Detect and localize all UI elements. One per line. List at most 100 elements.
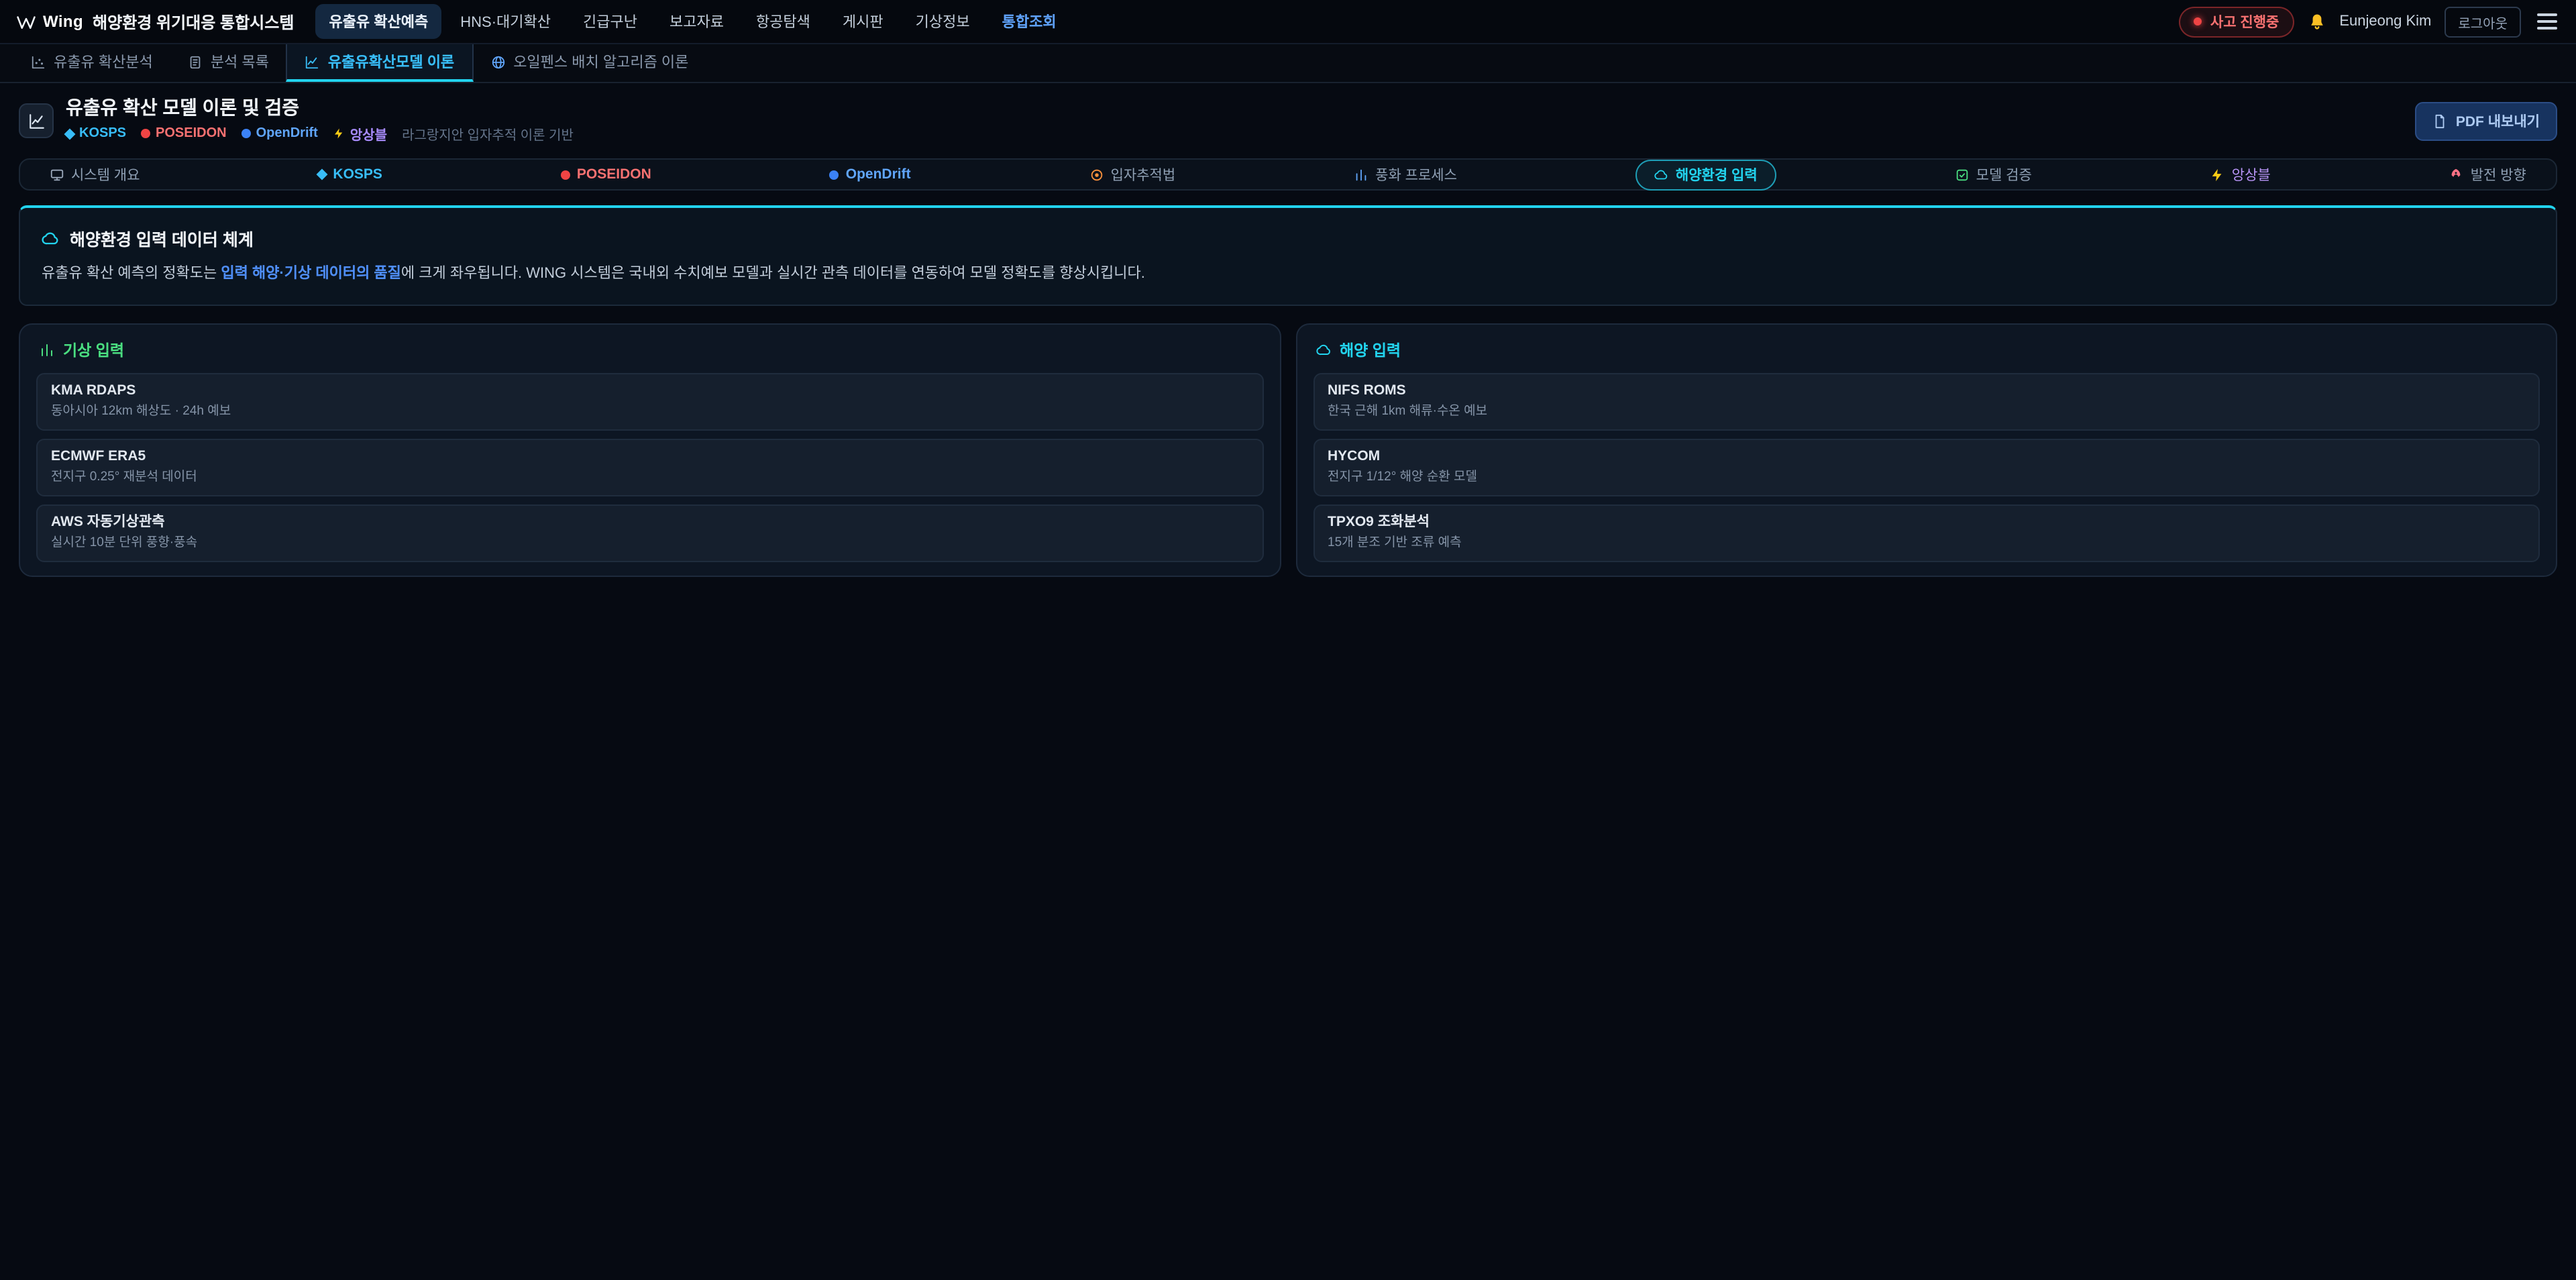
cloud-icon	[42, 229, 60, 248]
list-item[interactable]: ECMWF ERA5 전지구 0.25° 재분석 데이터	[36, 439, 1263, 497]
incident-badge-label: 사고 진행중	[2210, 11, 2279, 32]
nav-item-aerial-search[interactable]: 항공탐색	[743, 4, 824, 39]
dataset-desc: 동아시아 12km 해상도 · 24h 예보	[51, 404, 1248, 421]
line-chart-icon	[305, 54, 320, 69]
page-header-left: 유출유 확산 모델 이론 및 검증 KOSPS POSEIDON OpenDri…	[19, 98, 574, 144]
notification-bell-icon[interactable]	[2307, 12, 2326, 31]
incident-dot-icon	[2194, 17, 2202, 25]
section-item-future-direction[interactable]: 발전 방향	[2449, 165, 2526, 185]
page-subtitle: 라그랑지안 입자추적 이론 기반	[402, 124, 574, 144]
document-list-icon	[188, 54, 203, 69]
red-dot-icon	[561, 170, 570, 180]
dataset-name: KMA RDAPS	[51, 383, 1248, 401]
bar-chart-icon	[1354, 168, 1368, 182]
pdf-export-button[interactable]: PDF 내보내기	[2416, 101, 2557, 140]
tag-ensemble: 앙상블	[333, 124, 387, 144]
page-title-block: 유출유 확산 모델 이론 및 검증 KOSPS POSEIDON OpenDri…	[66, 98, 574, 144]
tab-label: 유출유확산모델 이론	[328, 51, 454, 72]
wing-logo-icon	[16, 11, 36, 32]
section-item-opendrift[interactable]: OpenDrift	[830, 167, 911, 183]
brand[interactable]: Wing 해양환경 위기대응 통합시스템	[16, 10, 294, 33]
dataset-name: NIFS ROMS	[1328, 383, 2525, 401]
model-tag-row: KOSPS POSEIDON OpenDrift 앙상블 라그랑지안 입자추적 …	[66, 124, 574, 144]
section-item-ensemble[interactable]: 앙상블	[2210, 165, 2271, 185]
red-dot-icon	[141, 129, 150, 139]
lightning-icon	[333, 128, 345, 140]
blue-dot-icon	[830, 170, 839, 180]
list-item[interactable]: KMA RDAPS 동아시아 12km 해상도 · 24h 예보	[36, 374, 1263, 431]
logout-button[interactable]: 로그아웃	[2445, 6, 2521, 37]
list-item[interactable]: AWS 자동기상관측 실시간 10분 단위 풍향·풍속	[36, 505, 1263, 563]
rocket-icon	[2449, 168, 2464, 182]
lightning-icon	[2210, 168, 2225, 182]
page-header: 유출유 확산 모델 이론 및 검증 KOSPS POSEIDON OpenDri…	[0, 83, 2576, 156]
nav-item-emergency-rescue[interactable]: 긴급구난	[570, 4, 651, 39]
section-nav: 시스템 개요 KOSPS POSEIDON OpenDrift 입자추적법 풍화…	[19, 159, 2557, 191]
target-icon	[1089, 168, 1104, 182]
list-item[interactable]: HYCOM 전지구 1/12° 해양 순환 모델	[1313, 439, 2540, 497]
nav-item-oil-spill-prediction[interactable]: 유출유 확산예측	[315, 4, 441, 39]
section-item-model-validation[interactable]: 모델 검증	[1955, 165, 2032, 185]
main-nav: 유출유 확산예측 HNS·대기확산 긴급구난 보고자료 항공탐색 게시판 기상정…	[315, 4, 2158, 39]
cloud-icon	[1654, 168, 1669, 182]
section-item-poseidon[interactable]: POSEIDON	[561, 167, 651, 183]
bar-chart-icon	[39, 343, 55, 359]
intro-highlight: 입력 해양·기상 데이터의 품질	[221, 266, 401, 282]
tab-label: 유출유 확산분석	[54, 51, 153, 72]
section-item-marine-environment-input[interactable]: 해양환경 입력	[1635, 160, 1776, 191]
globe-icon	[490, 54, 505, 69]
marine-input-intro-panel: 해양환경 입력 데이터 체계 유출유 확산 예측의 정확도는 입력 해양·기상 …	[19, 206, 2557, 307]
dataset-desc: 15개 분조 기반 조류 예측	[1328, 535, 2525, 552]
nav-item-reports[interactable]: 보고자료	[656, 4, 737, 39]
input-data-cards: 기상 입력 KMA RDAPS 동아시아 12km 해상도 · 24h 예보 E…	[19, 324, 2557, 578]
nav-item-hns-atmospheric[interactable]: HNS·대기확산	[447, 4, 564, 39]
nav-item-board[interactable]: 게시판	[829, 4, 897, 39]
system-title: 해양환경 위기대응 통합시스템	[93, 10, 294, 33]
dataset-desc: 한국 근해 1km 해류·수온 예보	[1328, 404, 2525, 421]
section-item-kosps[interactable]: KOSPS	[318, 167, 382, 183]
intro-title: 해양환경 입력 데이터 체계	[70, 226, 254, 252]
section-item-particle-tracking[interactable]: 입자추적법	[1089, 165, 1176, 185]
diamond-icon	[317, 169, 328, 180]
dataset-name: TPXO9 조화분석	[1328, 515, 2525, 533]
top-navigation-bar: Wing 해양환경 위기대응 통합시스템 유출유 확산예측 HNS·대기확산 긴…	[0, 0, 2576, 44]
brand-name: Wing	[43, 12, 83, 31]
weather-input-card: 기상 입력 KMA RDAPS 동아시아 12km 해상도 · 24h 예보 E…	[19, 324, 1281, 578]
dataset-desc: 실시간 10분 단위 풍향·풍속	[51, 535, 1248, 552]
cloud-icon	[1316, 343, 1332, 359]
ocean-card-title: 해양 입력	[1316, 340, 2537, 362]
section-item-system-overview[interactable]: 시스템 개요	[50, 165, 140, 185]
model-chart-icon	[28, 112, 45, 129]
topbar-right: 사고 진행중 Eunjeong Kim 로그아웃	[2180, 6, 2560, 37]
intro-paragraph: 유출유 확산 예측의 정확도는 입력 해양·기상 데이터의 품질에 크게 좌우됩…	[42, 264, 2534, 286]
monitor-icon	[50, 168, 64, 182]
list-item[interactable]: NIFS ROMS 한국 근해 1km 해류·수온 예보	[1313, 374, 2540, 431]
dataset-name: HYCOM	[1328, 449, 2525, 467]
weather-card-title: 기상 입력	[39, 340, 1260, 362]
blue-dot-icon	[241, 129, 251, 139]
nav-item-weather-info[interactable]: 기상정보	[902, 4, 983, 39]
dataset-desc: 전지구 1/12° 해양 순환 모델	[1328, 470, 2525, 486]
menu-icon[interactable]	[2534, 8, 2560, 35]
scatter-chart-icon	[31, 54, 46, 69]
tab-spill-analysis[interactable]: 유출유 확산분석	[13, 44, 170, 82]
list-item[interactable]: TPXO9 조화분석 15개 분조 기반 조류 예측	[1313, 505, 2540, 563]
app-root: Wing 해양환경 위기대응 통합시스템 유출유 확산예측 HNS·대기확산 긴…	[0, 0, 2576, 1280]
page-icon	[19, 103, 54, 138]
tab-label: 분석 목록	[211, 51, 269, 72]
diamond-icon	[64, 128, 76, 140]
intro-title-row: 해양환경 입력 데이터 체계	[42, 226, 2534, 252]
ocean-input-card: 해양 입력 NIFS ROMS 한국 근해 1km 해류·수온 예보 HYCOM…	[1295, 324, 2557, 578]
sub-tab-bar: 유출유 확산분석 분석 목록 유출유확산모델 이론 오일펜스 배치 알고리즘 이…	[0, 44, 2576, 83]
pdf-file-icon	[2433, 113, 2448, 128]
tab-spill-model-theory[interactable]: 유출유확산모델 이론	[286, 44, 473, 82]
tab-oil-fence-algorithm-theory[interactable]: 오일펜스 배치 알고리즘 이론	[473, 44, 706, 82]
section-item-weathering-process[interactable]: 풍화 프로세스	[1354, 165, 1457, 185]
page-title: 유출유 확산 모델 이론 및 검증	[66, 98, 574, 119]
dataset-desc: 전지구 0.25° 재분석 데이터	[51, 470, 1248, 486]
nav-item-integrated-search[interactable]: 통합조회	[989, 4, 1070, 39]
tab-analysis-list[interactable]: 분석 목록	[170, 44, 286, 82]
user-name: Eunjeong Kim	[2339, 13, 2431, 30]
incident-status-badge[interactable]: 사고 진행중	[2180, 6, 2294, 37]
dataset-name: AWS 자동기상관측	[51, 515, 1248, 533]
